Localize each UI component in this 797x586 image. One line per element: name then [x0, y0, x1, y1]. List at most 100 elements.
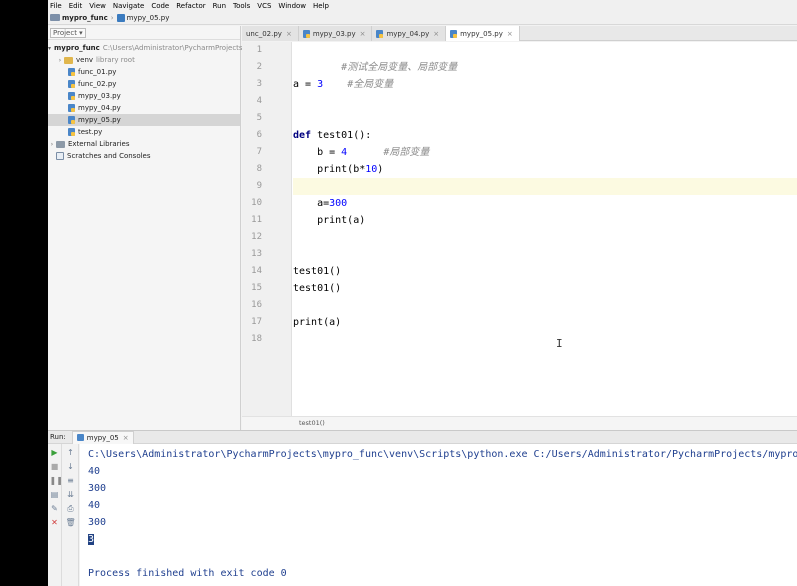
menu-refactor[interactable]: Refactor	[176, 2, 205, 10]
python-file-icon	[76, 434, 84, 441]
code-comment: #局部变量	[383, 147, 430, 158]
line-number: 11	[251, 215, 262, 225]
python-file-icon	[450, 29, 458, 38]
menu-view[interactable]: View	[89, 2, 106, 10]
run-toolbar: ▶ ■ ❚❚ ▤ ✎ ✕	[48, 444, 63, 586]
menu-tools[interactable]: Tools	[233, 2, 250, 10]
print-icon[interactable]: ⎙	[66, 504, 76, 514]
chevron-right-icon[interactable]: ›	[56, 57, 64, 64]
file-label: func_02.py	[78, 80, 117, 88]
folder-icon	[64, 56, 73, 64]
tree-node-external-libraries[interactable]: › External Libraries	[48, 138, 240, 150]
code-line: def test01():	[293, 127, 797, 144]
pycharm-window: File Edit View Navigate Code Refactor Ru…	[48, 0, 797, 586]
line-number: 4	[256, 96, 262, 106]
python-file-icon	[68, 80, 75, 88]
tab-func-02[interactable]: unc_02.py ×	[242, 26, 299, 41]
scroll-to-end-icon[interactable]: ⇊	[66, 490, 76, 500]
menu-file[interactable]: File	[50, 2, 62, 10]
project-view-dropdown[interactable]: Project ▾	[50, 27, 86, 38]
close-icon[interactable]: ×	[507, 30, 513, 38]
close-run-icon[interactable]: ✕	[50, 518, 60, 528]
code-area[interactable]: #测试全局变量、局部变量 a = 3 #全局变量 def test01(): b…	[293, 42, 797, 430]
run-console[interactable]: C:\Users\Administrator\PycharmProjects\m…	[80, 444, 797, 586]
tree-node-file[interactable]: mypy_04.py	[48, 102, 240, 114]
soft-wrap-icon[interactable]: ≡	[66, 476, 76, 486]
tab-label: unc_02.py	[246, 29, 282, 38]
run-tab[interactable]: mypy_05 ×	[71, 430, 134, 444]
menu-help[interactable]: Help	[313, 2, 329, 10]
python-file-icon	[68, 128, 75, 136]
menu-run[interactable]: Run	[213, 2, 226, 10]
code-line: #测试全局变量、局部变量	[293, 42, 797, 73]
code-keyword: def	[293, 130, 312, 141]
tree-node-file[interactable]: func_02.py	[48, 78, 240, 90]
left-black-bar	[0, 0, 48, 586]
close-icon[interactable]: ×	[123, 434, 129, 442]
menu-window[interactable]: Window	[278, 2, 306, 10]
console-output-line: 300	[88, 517, 107, 528]
line-number: 13	[251, 249, 262, 259]
trash-icon[interactable]: 🗑	[66, 518, 76, 528]
tree-node-root[interactable]: ▾ mypro_func C:\Users\Administrator\Pych…	[48, 42, 243, 54]
code-text: b =	[293, 147, 342, 158]
root-folder-name: mypro_func	[54, 44, 100, 52]
navigation-bar: mypro_func › mypy_05.py	[48, 11, 797, 25]
menu-code[interactable]: Code	[151, 2, 169, 10]
run-tab-label: mypy_05	[86, 433, 119, 442]
close-icon[interactable]: ×	[360, 30, 366, 38]
code-text: a =	[293, 79, 318, 90]
code-number: 300	[329, 198, 348, 209]
line-number: 8	[256, 164, 262, 174]
code-text: print(a)	[293, 215, 366, 226]
tree-node-file[interactable]: mypy_03.py	[48, 90, 240, 102]
rerun-icon[interactable]: ▶	[50, 448, 60, 458]
code-editor[interactable]: 1 2 3 4 5 6 7 8 9 10 11 12 13 14 15 16 1…	[242, 42, 797, 430]
tree-node-scratches[interactable]: Scratches and Consoles	[48, 150, 240, 162]
code-text: )	[377, 164, 384, 175]
menu-vcs[interactable]: VCS	[257, 2, 271, 10]
arrow-down-icon[interactable]: ↓	[66, 462, 76, 472]
root-folder-path: C:\Users\Administrator\PycharmProjects	[102, 44, 243, 52]
tab-mypy-03[interactable]: mypy_03.py ×	[298, 26, 373, 41]
chevron-right-icon[interactable]: ›	[48, 141, 56, 148]
file-label: func_01.py	[78, 68, 117, 76]
arrow-up-icon[interactable]: ↑	[66, 448, 76, 458]
console-output-line: 40	[88, 500, 101, 511]
folder-icon	[50, 14, 60, 21]
pin-icon[interactable]: ✎	[50, 504, 60, 514]
python-file-icon	[68, 68, 75, 76]
code-line: print(b*10)	[293, 161, 797, 178]
scratches-label: Scratches and Consoles	[67, 152, 151, 160]
tree-node-file[interactable]: func_01.py	[48, 66, 240, 78]
tab-label: mypy_03.py	[312, 29, 356, 38]
menu-navigate[interactable]: Navigate	[113, 2, 144, 10]
code-line: test01()	[293, 263, 797, 280]
code-text: a=	[293, 198, 330, 209]
breadcrumb-project[interactable]: mypro_func	[62, 14, 108, 22]
close-icon[interactable]: ×	[286, 30, 292, 38]
breadcrumb-file[interactable]: mypy_05.py	[127, 14, 170, 22]
editor-breadcrumb[interactable]: test01()	[242, 416, 797, 430]
console-output-line: 300	[88, 483, 107, 494]
line-number: 6	[256, 130, 262, 140]
code-number: 10	[365, 164, 378, 175]
tab-mypy-04[interactable]: mypy_04.py ×	[372, 26, 447, 41]
venv-label: venv	[76, 56, 94, 64]
line-number: 10	[251, 198, 262, 208]
tree-node-file[interactable]: test.py	[48, 126, 240, 138]
tab-mypy-05-active[interactable]: mypy_05.py ×	[446, 26, 520, 41]
chevron-down-icon[interactable]: ▾	[48, 45, 51, 52]
pause-icon[interactable]: ❚❚	[50, 476, 63, 486]
line-number: 9	[256, 181, 262, 191]
layout-icon[interactable]: ▤	[50, 490, 60, 500]
file-label: mypy_03.py	[78, 92, 121, 100]
close-icon[interactable]: ×	[433, 30, 439, 38]
menu-edit[interactable]: Edit	[69, 2, 83, 10]
file-label: mypy_05.py	[78, 116, 121, 124]
stop-icon[interactable]: ■	[50, 462, 60, 472]
tree-node-file-selected[interactable]: mypy_05.py	[48, 114, 240, 126]
venv-note: library root	[96, 56, 135, 64]
tree-node-venv[interactable]: › venv library root	[48, 54, 240, 66]
project-panel-header: Project ▾	[48, 26, 240, 40]
